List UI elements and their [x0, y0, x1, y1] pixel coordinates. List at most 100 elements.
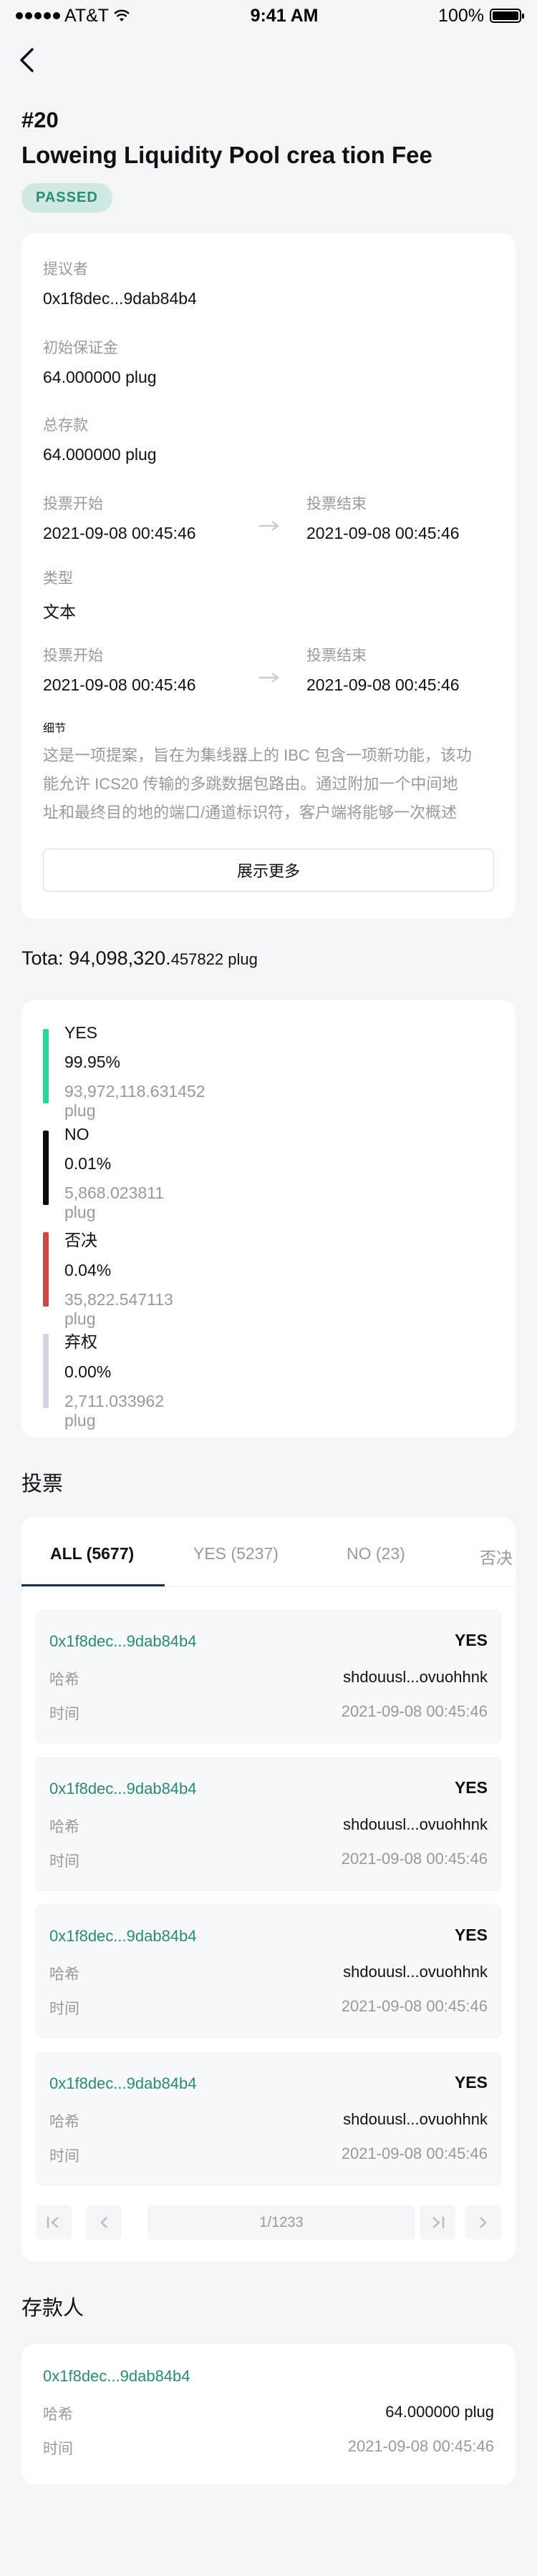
vote-time: 2021-09-08 00:45:46 — [341, 1702, 488, 1720]
next-page-button[interactable] — [465, 2205, 501, 2240]
vote-color-bar — [43, 1131, 49, 1205]
vote-entry[interactable]: 0x1f8dec...9dab84b4 YES 哈希 shdouusl...ov… — [36, 1610, 501, 1743]
total-deposit-label: 总存款 — [43, 417, 88, 434]
tx-hash[interactable]: shdouusl...ovuohhnk — [343, 1668, 488, 1687]
voter-address[interactable]: 0x1f8dec...9dab84b4 — [49, 1780, 197, 1798]
vote-end-field: 投票结束 2021-09-08 00:45:46 — [306, 492, 460, 543]
time-label: 时间 — [49, 2001, 79, 2017]
total-prefix: Tota: — [21, 947, 69, 969]
hash-label: 哈希 — [49, 1966, 79, 1983]
vote-result-text: NO 0.01% 5,868.023811 plug — [64, 1125, 164, 1222]
depositor-card[interactable]: 0x1f8dec...9dab84b4 哈希 64.000000 plug 时间… — [21, 2344, 516, 2484]
vote-result-text: YES 99.95% 93,972,118.631452 plug — [64, 1023, 205, 1121]
type-field: 类型 文本 — [43, 567, 76, 623]
vote-option-percent: 99.95% — [64, 1053, 121, 1071]
proposal-details-card: 提议者 0x1f8dec...9dab84b4 初始保证金 64.000000 … — [21, 233, 516, 919]
tab-all[interactable]: ALL (5677) — [50, 1544, 134, 1563]
voter-address[interactable]: 0x1f8dec...9dab84b4 — [49, 2074, 197, 2093]
last-page-icon — [432, 2217, 445, 2228]
vote-start-label: 投票开始 — [43, 496, 103, 512]
votes-section-title: 投票 — [21, 1473, 64, 1496]
first-page-icon — [47, 2217, 59, 2228]
proposal-number: #20 — [21, 107, 59, 132]
hash-label: 哈希 — [49, 1819, 79, 1835]
vote-option-amount: 35,822.547113 plug — [64, 1290, 173, 1328]
initial-deposit-field: 初始保证金 64.000000 plug — [43, 336, 157, 387]
vote-option: YES — [454, 2073, 488, 2092]
tab-no[interactable]: NO (23) — [347, 1544, 405, 1563]
back-button[interactable] — [19, 46, 43, 74]
vote-color-bar — [43, 1029, 49, 1103]
vote-start-value: 2021-09-08 00:45:46 — [43, 524, 196, 542]
vote-option-name: NO — [64, 1125, 90, 1143]
vote-start-field-2: 投票开始 2021-09-08 00:45:46 — [43, 644, 196, 695]
first-page-button[interactable] — [36, 2205, 72, 2240]
last-page-button[interactable] — [420, 2205, 455, 2240]
tx-hash[interactable]: shdouusl...ovuohhnk — [343, 2110, 488, 2129]
vote-result-text: 否决 0.04% 35,822.547113 plug — [64, 1226, 173, 1329]
deposit-amount: 64.000000 plug — [385, 2403, 494, 2421]
chevron-left-icon — [20, 48, 34, 72]
type-label: 类型 — [43, 570, 73, 587]
vote-option-percent: 0.01% — [64, 1154, 112, 1173]
depositor-address[interactable]: 0x1f8dec...9dab84b4 — [43, 2367, 190, 2386]
time-label: 时间 — [43, 2441, 73, 2457]
tab-yes[interactable]: YES (5237) — [193, 1544, 279, 1563]
vote-entry[interactable]: 0x1f8dec...9dab84b4 YES 哈希 shdouusl...ov… — [36, 2052, 501, 2185]
deposit-time: 2021-09-08 00:45:46 — [347, 2437, 494, 2455]
vote-option: YES — [454, 1778, 488, 1797]
voter-address[interactable]: 0x1f8dec...9dab84b4 — [49, 1927, 197, 1946]
total-deposit-value: 64.000000 plug — [43, 445, 157, 464]
show-more-button[interactable]: 展示更多 — [43, 849, 494, 892]
time-label: 时间 — [49, 1853, 79, 1870]
voter-address[interactable]: 0x1f8dec...9dab84b4 — [49, 1632, 197, 1651]
detail-line: 能允许 ICS20 传输的多跳数据包路由。通过附加一个中间地 — [43, 775, 458, 793]
vote-start-label-2: 投票开始 — [43, 648, 103, 664]
vote-end-value-2: 2021-09-08 00:45:46 — [306, 675, 460, 694]
vote-option-amount: 2,711.033962 plug — [64, 1392, 164, 1430]
vote-end-label-2: 投票结束 — [306, 648, 367, 664]
vote-time: 2021-09-08 00:45:46 — [341, 1850, 488, 1868]
initial-deposit-label: 初始保证金 — [43, 340, 118, 356]
detail-line: 这是一项提案，旨在为集线器上的 IBC 包含一项新功能，该功 — [43, 746, 472, 764]
vote-entry[interactable]: 0x1f8dec...9dab84b4 YES 哈希 shdouusl...ov… — [36, 1905, 501, 2038]
vote-end-label: 投票结束 — [306, 496, 367, 512]
vote-end-value: 2021-09-08 00:45:46 — [306, 524, 460, 542]
battery-icon — [490, 9, 524, 23]
status-bar-right: 100% — [438, 5, 524, 26]
proposer-field: 提议者 0x1f8dec...9dab84b4 — [43, 258, 197, 308]
tx-hash[interactable]: shdouusl...ovuohhnk — [343, 1815, 488, 1834]
hash-label: 哈希 — [49, 1672, 79, 1688]
total-small: 457822 plug — [170, 950, 258, 968]
vote-option-percent: 0.04% — [64, 1261, 112, 1279]
initial-deposit-value: 64.000000 plug — [43, 368, 157, 386]
vote-start-value-2: 2021-09-08 00:45:46 — [43, 675, 196, 694]
status-bar: AT&T 9:41 AM 100% — [0, 0, 537, 31]
proposer-label: 提议者 — [43, 261, 88, 278]
chevron-right-icon — [480, 2217, 487, 2228]
prev-page-button[interactable] — [86, 2205, 122, 2240]
depositors-section-title: 存款人 — [21, 2297, 84, 2320]
vote-option-amount: 93,972,118.631452 plug — [64, 1082, 205, 1120]
vote-option: YES — [454, 1926, 488, 1944]
status-badge: PASSED — [21, 183, 112, 213]
signal-icon — [16, 12, 60, 19]
vote-option-name: 弃权 — [64, 1332, 97, 1351]
active-tab-indicator — [21, 1584, 165, 1586]
vote-entry[interactable]: 0x1f8dec...9dab84b4 YES 哈希 shdouusl...ov… — [36, 1757, 501, 1890]
hash-label: 哈希 — [49, 2114, 79, 2130]
battery-percent: 100% — [438, 5, 484, 26]
vote-results-card: YES 99.95% 93,972,118.631452 plug NO 0.0… — [21, 1000, 516, 1437]
vote-option-percent: 0.00% — [64, 1362, 112, 1381]
tx-hash[interactable]: shdouusl...ovuohhnk — [343, 1963, 488, 1981]
pagination: 1/1233 — [36, 2205, 501, 2240]
vote-color-bar — [43, 1232, 49, 1307]
tab-veto[interactable]: 否决 — [480, 1544, 513, 1568]
vote-option-amount: 5,868.023811 plug — [64, 1184, 164, 1221]
vote-option-name: 否决 — [64, 1231, 97, 1249]
detail-label: 细节 — [43, 723, 67, 735]
vote-color-bar — [43, 1334, 49, 1408]
vote-time: 2021-09-08 00:45:46 — [341, 2145, 488, 2162]
carrier-label: AT&T — [64, 5, 110, 26]
proposer-value: 0x1f8dec...9dab84b4 — [43, 289, 197, 308]
